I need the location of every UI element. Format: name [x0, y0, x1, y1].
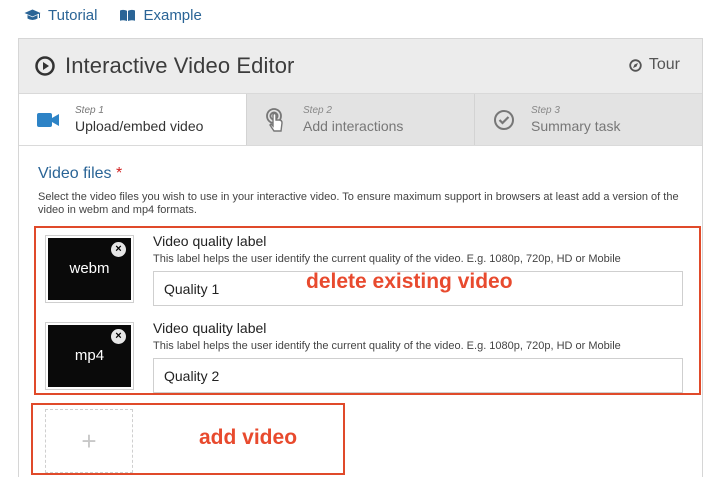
- play-circle-icon: [35, 56, 55, 76]
- required-mark: *: [115, 165, 123, 182]
- video-camera-icon: [35, 112, 61, 127]
- tab-step-1[interactable]: Step 1 Upload/embed video: [19, 94, 247, 145]
- graduation-cap-icon: [24, 9, 41, 20]
- editor-title: Interactive Video Editor: [65, 53, 295, 78]
- example-link[interactable]: Example: [119, 6, 202, 24]
- touch-icon: [263, 107, 289, 132]
- step-3-label: Summary task: [531, 117, 621, 134]
- compass-icon: [629, 58, 642, 72]
- tour-button[interactable]: Tour: [629, 56, 680, 74]
- step-tabs: Step 1 Upload/embed video Step 2 Add int…: [19, 94, 702, 146]
- step-1-number: Step 1: [75, 104, 104, 116]
- tour-label: Tour: [648, 56, 680, 73]
- step-2-label: Add interactions: [303, 117, 404, 134]
- step-2-number: Step 2: [303, 104, 332, 116]
- video-files-title-text: Video files: [38, 165, 112, 182]
- video-files-description: Select the video files you wish to use i…: [38, 191, 679, 216]
- add-annotation-label: add video: [199, 426, 298, 449]
- editor-header: Interactive Video Editor Tour: [19, 39, 702, 94]
- tab-step-3[interactable]: Step 3 Summary task: [475, 94, 702, 145]
- check-circle-icon: [491, 109, 517, 131]
- delete-annotation-label: delete existing video: [306, 270, 513, 293]
- step-3-number: Step 3: [531, 104, 560, 116]
- step-1-label: Upload/embed video: [75, 117, 204, 134]
- tutorial-link-label: Tutorial: [48, 6, 98, 24]
- top-links: Tutorial Example: [24, 5, 202, 25]
- delete-annotation-box: [34, 226, 701, 395]
- open-book-icon: [120, 9, 136, 21]
- tab-step-2[interactable]: Step 2 Add interactions: [247, 94, 475, 145]
- video-files-title: Video files *: [38, 165, 122, 183]
- tutorial-link[interactable]: Tutorial: [24, 7, 97, 24]
- add-annotation-box: [31, 403, 345, 475]
- example-link-label: Example: [143, 6, 202, 24]
